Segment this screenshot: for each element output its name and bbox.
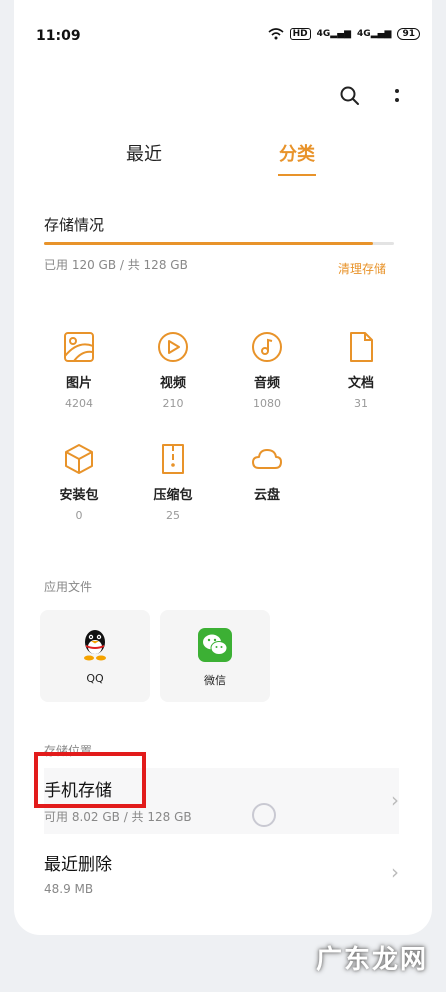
category-name: 云盘 (253, 488, 280, 503)
category-name: 安装包 (59, 488, 99, 503)
hd-badge: HD (289, 28, 311, 40)
category-count: 210 (162, 397, 184, 410)
status-bar: 11:09 HD 4G▂▄▆ 4G▂▄▆ 91 (14, 0, 432, 44)
location-sub: 48.9 MB (44, 882, 94, 896)
chevron-right-icon: › (391, 860, 399, 884)
category-archives[interactable]: 压缩包 25 (138, 442, 208, 522)
more-icon[interactable] (392, 86, 402, 106)
app-name: QQ (86, 672, 104, 685)
battery-icon: 91 (397, 28, 420, 40)
storage-used-text: 已用 120 GB / 共 128 GB (44, 258, 188, 272)
app-files-label: 应用文件 (44, 580, 93, 594)
storage-title: 存储情况 (44, 216, 105, 234)
package-icon (65, 444, 93, 474)
image-icon (64, 332, 94, 362)
clean-storage-button[interactable]: 清理存储 (338, 260, 386, 277)
loading-spinner-icon (252, 803, 276, 827)
category-name: 音频 (253, 376, 280, 391)
qq-icon (84, 630, 106, 661)
category-name: 文档 (347, 376, 374, 391)
wifi-icon (268, 28, 284, 40)
signal-icon-2: 4G▂▄▆ (357, 29, 392, 39)
app-card-qq[interactable]: QQ (40, 610, 150, 702)
signal-icon: 4G▂▄▆ (316, 29, 352, 39)
tab-indicator (278, 174, 316, 176)
category-count: 0 (75, 509, 83, 522)
app-card-wechat[interactable]: 微信 (160, 610, 270, 702)
tab-recent[interactable]: 最近 (126, 140, 162, 166)
category-images[interactable]: 图片 4204 (44, 330, 114, 410)
tab-bar: 最近 分类 (14, 140, 432, 180)
cloud-icon (252, 449, 282, 469)
storage-progress-bar (44, 242, 394, 245)
wechat-icon (198, 628, 232, 662)
tab-category[interactable]: 分类 (279, 140, 315, 166)
location-sub: 可用 8.02 GB / 共 128 GB (44, 810, 192, 824)
category-documents[interactable]: 文档 31 (326, 330, 396, 410)
music-icon (252, 332, 282, 362)
location-title: 最近删除 (44, 855, 112, 875)
category-name: 图片 (65, 376, 92, 391)
category-count: 1080 (253, 397, 281, 410)
category-count: 31 (354, 397, 368, 410)
highlight-box (34, 752, 146, 808)
category-count: 4204 (65, 397, 93, 410)
status-icons: HD 4G▂▄▆ 4G▂▄▆ 91 (268, 28, 420, 40)
recently-deleted-row[interactable]: 最近删除 48.9 MB › (44, 848, 399, 914)
storage-progress-fill (44, 242, 373, 245)
archive-icon (162, 444, 184, 474)
chevron-right-icon: › (391, 788, 399, 812)
document-icon (350, 332, 373, 362)
video-icon (158, 332, 188, 362)
category-count: 25 (166, 509, 180, 522)
category-name: 视频 (159, 376, 186, 391)
category-cloud[interactable]: 云盘 (232, 442, 302, 503)
category-audio[interactable]: 音频 1080 (232, 330, 302, 410)
category-videos[interactable]: 视频 210 (138, 330, 208, 410)
search-icon[interactable] (340, 86, 360, 106)
app-name: 微信 (204, 674, 226, 687)
category-name: 压缩包 (153, 488, 193, 503)
category-packages[interactable]: 安装包 0 (44, 442, 114, 522)
status-time: 11:09 (36, 28, 81, 44)
watermark: 广东龙网 (315, 945, 428, 975)
